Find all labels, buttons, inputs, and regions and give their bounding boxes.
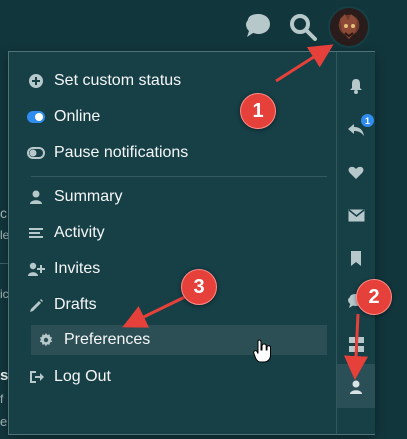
background-text-fragment-5: f (0, 392, 4, 406)
search-icon[interactable] (286, 10, 320, 44)
invites-label: Invites (54, 260, 101, 277)
toggle-on-icon (27, 108, 45, 126)
bell-icon[interactable] (347, 77, 365, 95)
reply-count-badge: 1 (361, 114, 374, 127)
background-text-fragment-1: c (0, 205, 7, 221)
annotation-marker-3: 3 (181, 269, 217, 305)
pause-notifications-item[interactable]: Pause notifications (21, 138, 316, 168)
user-menu-side-tabs: 1 (336, 52, 375, 434)
hand-cursor-icon (253, 339, 271, 363)
annotation-marker-2: 2 (356, 279, 392, 315)
list-icon (27, 224, 45, 242)
user-icon[interactable] (347, 378, 365, 396)
chat-icon[interactable] (241, 10, 275, 44)
log-out-label: Log Out (54, 368, 111, 385)
bookmark-icon[interactable] (347, 249, 365, 267)
invites-item[interactable]: Invites (21, 254, 316, 284)
online-status-label: Online (54, 108, 101, 125)
plus-circle-icon (27, 72, 45, 90)
top-header (0, 0, 407, 54)
heart-icon[interactable] (347, 163, 365, 181)
badge-icon[interactable] (347, 335, 365, 353)
envelope-icon[interactable] (347, 206, 365, 224)
user-icon (27, 188, 45, 206)
pencil-icon (27, 296, 45, 314)
menu-divider (31, 176, 327, 177)
drafts-label: Drafts (54, 296, 97, 313)
user-menu-panel: Set custom status Online Pause notificat… (8, 51, 375, 435)
log-out-item[interactable]: Log Out (21, 362, 316, 392)
preferences-label: Preferences (64, 331, 151, 348)
avatar[interactable] (330, 8, 368, 46)
set-custom-status-item[interactable]: Set custom status (21, 66, 316, 96)
toggle-off-icon (27, 144, 45, 162)
annotation-marker-1: 1 (240, 93, 276, 129)
pause-notifications-label: Pause notifications (54, 144, 189, 161)
activity-item[interactable]: Activity (21, 218, 316, 248)
activity-label: Activity (54, 224, 105, 241)
summary-item[interactable]: Summary (21, 182, 316, 212)
logout-icon (27, 368, 45, 386)
preferences-item[interactable]: Preferences (31, 325, 327, 355)
gear-icon (37, 331, 55, 349)
set-custom-status-label: Set custom status (54, 72, 182, 89)
summary-label: Summary (54, 188, 123, 205)
user-plus-icon (27, 260, 45, 278)
drafts-item[interactable]: Drafts (21, 290, 316, 320)
